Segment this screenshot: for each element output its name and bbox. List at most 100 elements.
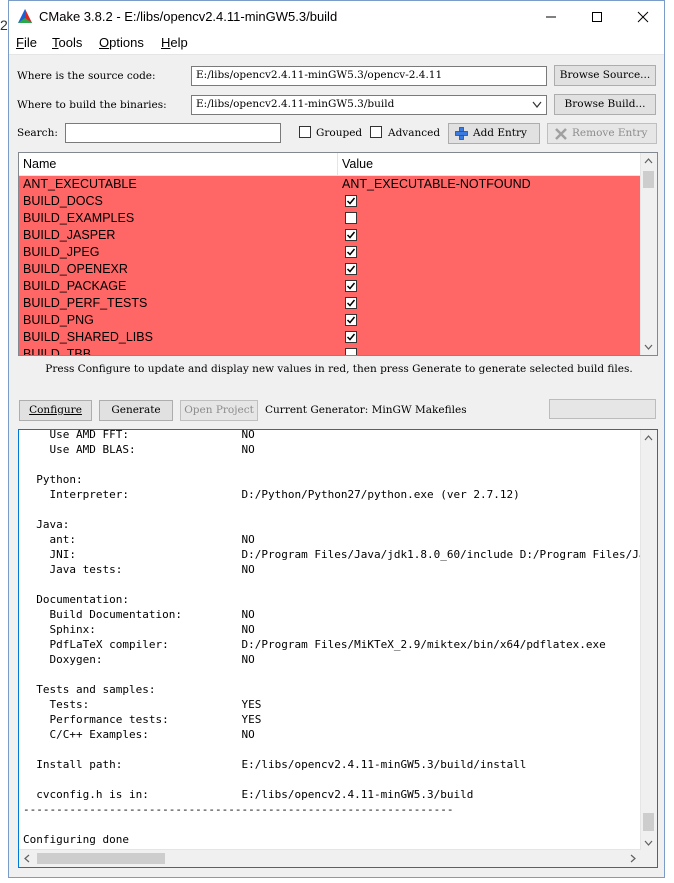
log-line: ant: NO [23,533,255,546]
table-scroll-thumb[interactable] [643,171,654,188]
minimize-icon [546,16,556,17]
open-project-button[interactable]: Open Project [180,400,258,421]
browse-source-button[interactable]: Browse Source... [554,65,656,86]
table-row[interactable]: BUILD_EXAMPLES [19,210,641,227]
scroll-right-arrow-icon[interactable] [630,854,636,863]
table-row[interactable]: BUILD_TBB [19,346,641,355]
checkmark-icon [346,316,356,324]
progress-bar [549,399,656,419]
header-divider[interactable] [337,153,338,175]
entry-value-checkbox[interactable] [345,331,357,343]
entry-value-checkbox[interactable] [345,246,357,258]
table-row[interactable]: BUILD_PNG [19,312,641,329]
output-scroll-up-icon[interactable] [644,435,653,441]
remove-icon [555,128,567,140]
output-horizontal-scrollbar[interactable] [19,849,641,867]
log-line: ----------------------------------------… [23,803,454,816]
entry-name: BUILD_PERF_TESTS [23,296,148,310]
header-name[interactable]: Name [23,157,56,171]
current-generator-text: Current Generator: MinGW Makefiles [265,404,467,416]
output-vertical-scrollbar[interactable] [640,430,657,851]
maximize-button[interactable] [574,1,620,32]
output-hscroll-thumb[interactable] [37,853,165,864]
table-row[interactable]: BUILD_JASPER [19,227,641,244]
entry-value-checkbox[interactable] [345,348,357,355]
entry-value-checkbox[interactable] [345,195,357,207]
table-row[interactable]: ANT_EXECUTABLE ANT_EXECUTABLE-NOTFOUND [19,176,641,193]
log-line: C/C++ Examples: NO [23,728,255,741]
entry-value[interactable]: ANT_EXECUTABLE-NOTFOUND [342,177,531,191]
minimize-button[interactable] [528,1,574,32]
chevron-down-icon [532,101,542,108]
scroll-down-arrow-icon[interactable] [644,344,653,350]
grouped-checkbox[interactable] [299,126,311,138]
table-row[interactable]: BUILD_PACKAGE [19,278,641,295]
log-line: Configuring done [23,833,129,846]
entry-name: BUILD_PACKAGE [23,279,127,293]
scroll-up-arrow-icon[interactable] [644,158,653,164]
log-line: Tests and samples: [23,683,156,696]
open-project-label: Open Project [184,404,254,416]
add-entry-button[interactable]: Add Entry [448,123,540,144]
source-path-input[interactable]: E:/libs/opencv2.4.11-minGW5.3/opencv-2.4… [191,66,547,86]
menu-options[interactable]: Options [99,35,144,50]
log-line: Install path: E:/libs/opencv2.4.11-minGW… [23,758,527,771]
output-scroll-thumb[interactable] [643,813,654,831]
search-input[interactable] [65,123,281,143]
advanced-checkbox[interactable] [370,126,382,138]
log-line: Build Documentation: NO [23,608,255,621]
entry-name: BUILD_OPENEXR [23,262,128,276]
log-line: PdfLaTeX compiler: D:/Program Files/MiKT… [23,638,606,651]
log-line: Sphinx: NO [23,623,255,636]
entry-value-checkbox[interactable] [345,280,357,292]
table-vertical-scrollbar[interactable] [640,153,657,355]
browse-build-button[interactable]: Browse Build... [554,94,656,115]
entry-value-checkbox[interactable] [345,297,357,309]
checkmark-icon [346,231,356,239]
advanced-label: Advanced [388,127,441,139]
log-line: Use AMD BLAS: NO [23,443,255,456]
entry-name: BUILD_JASPER [23,228,116,242]
scroll-left-arrow-icon[interactable] [24,854,30,863]
log-line: Python: [23,473,83,486]
log-line: cvconfig.h is in: E:/libs/opencv2.4.11-m… [23,788,474,801]
output-lines: Use AMD FFT: NO Use AMD BLAS: NO Python:… [19,429,641,847]
table-row[interactable]: BUILD_DOCS [19,193,641,210]
output-log[interactable]: Use AMD FFT: NO Use AMD BLAS: NO Python:… [18,429,658,868]
close-button[interactable] [620,1,666,32]
build-path-combobox[interactable]: E:/libs/opencv2.4.11-minGW5.3/build [191,95,547,115]
table-row[interactable]: BUILD_PERF_TESTS [19,295,641,312]
configure-hint: Press Configure to update and display ne… [45,363,633,375]
entry-name: ANT_EXECUTABLE [23,177,137,191]
remove-entry-button[interactable]: Remove Entry [547,123,657,144]
table-row[interactable]: BUILD_OPENEXR [19,261,641,278]
remove-entry-label: Remove Entry [572,127,648,139]
menu-bar: File Tools Options Help [9,32,664,55]
entry-name: BUILD_JPEG [23,245,100,259]
checkmark-icon [346,248,356,256]
entry-value-checkbox[interactable] [345,212,357,224]
generate-button[interactable]: Generate [99,400,173,421]
log-line: Use AMD FFT: NO [23,429,255,441]
log-line: Java: [23,518,70,531]
title-bar[interactable]: CMake 3.8.2 - E:/libs/opencv2.4.11-minGW… [9,1,664,32]
checkmark-icon [346,265,356,273]
log-line: Tests: YES [23,698,262,711]
checkmark-icon [346,333,356,341]
menu-help[interactable]: Help [161,35,188,50]
checkmark-icon [346,282,356,290]
table-row[interactable]: BUILD_SHARED_LIBS [19,329,641,346]
entry-value-checkbox[interactable] [345,314,357,326]
menu-tools[interactable]: Tools [52,35,82,50]
entry-name: BUILD_EXAMPLES [23,211,135,225]
configure-button[interactable]: Configure [19,400,92,421]
source-label: Where is the source code: [17,70,156,82]
cache-entries-table[interactable]: Name Value ANT_EXECUTABLE ANT_EXECUTABLE-… [18,152,658,356]
entry-value-checkbox[interactable] [345,229,357,241]
table-row[interactable]: BUILD_JPEG [19,244,641,261]
header-value[interactable]: Value [342,157,373,171]
entry-value-checkbox[interactable] [345,263,357,275]
log-line: Interpreter: D:/Python/Python27/python.e… [23,488,520,501]
output-scroll-down-icon[interactable] [644,840,653,846]
menu-file[interactable]: File [16,35,37,50]
